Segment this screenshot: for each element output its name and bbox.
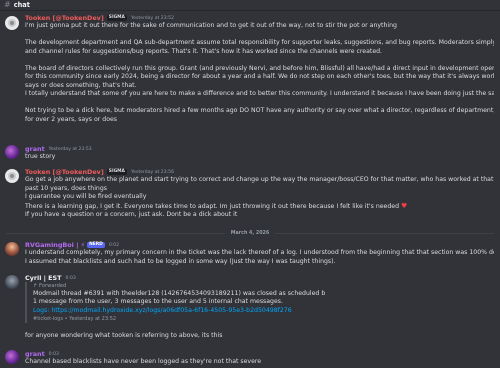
message-body: Cyril | EST 0:03 <box>25 274 494 282</box>
forwarded-text: Modmail thread #6391 with theelder128 (1… <box>33 290 325 297</box>
timestamp[interactable]: 0:02 <box>109 243 119 248</box>
message-text: and channel rules for suggestions/bug re… <box>25 47 383 55</box>
message-text: The development department and QA sub-de… <box>25 38 494 46</box>
forwarded-message[interactable]: ↱ Forwarded Modmail thread #6391 with th… <box>25 282 325 324</box>
forwarded-text: 1 message from the user, 3 messages to t… <box>33 298 283 306</box>
message-text: I totally understand that some of you ar… <box>25 90 494 98</box>
forward-source[interactable]: #ticket-logs • Yesterday at 23:52 <box>33 315 325 323</box>
date-divider: March 4, 2026 <box>6 229 494 237</box>
avatar[interactable] <box>5 169 19 183</box>
timestamp[interactable]: Yesterday at 23:52 <box>131 16 174 21</box>
username[interactable]: grant <box>25 145 45 153</box>
message-text: There is a learning gap, I get it. Every… <box>25 202 494 212</box>
message-list[interactable]: Tooken [@TookenDev] SIGMA Yesterday at 2… <box>0 12 500 368</box>
username[interactable]: grant <box>25 350 45 358</box>
message-text: I understand completely, my primary conc… <box>25 249 494 256</box>
message-text: for this community since early 2024, bei… <box>25 73 494 81</box>
username[interactable]: Cyril | EST <box>25 274 62 282</box>
avatar[interactable] <box>5 242 19 256</box>
username[interactable]: RVGamingBoi | ⚡ <box>25 241 85 249</box>
message-text: If you have a question or a concern, jus… <box>25 211 238 219</box>
username[interactable]: Tooken [@TookenDev] <box>25 14 104 22</box>
message-body: for anyone wondering what tooken is refe… <box>25 332 494 341</box>
message-body: grant 0:03 Channel based blacklists have… <box>25 350 494 367</box>
message-body: grant Yesterday at 23:53 true story <box>25 145 494 162</box>
timestamp[interactable]: Yesterday at 23:56 <box>131 170 174 175</box>
message-text: true story <box>25 153 56 160</box>
message-body: RVGamingBoi | ⚡ NERD 0:02 I understand c… <box>25 241 494 266</box>
message-text: The board of directors collectively run … <box>25 64 494 72</box>
timestamp[interactable]: 0:03 <box>66 276 76 281</box>
message-text: I assumed that blacklists and such had t… <box>25 257 336 265</box>
role-badge: NERD <box>87 242 105 248</box>
message-text: I'm just gonna put it out there for the … <box>25 22 397 29</box>
heart-emoji-icon: ♥ <box>400 201 408 210</box>
message-text: Channel based blacklists have never been… <box>25 358 262 365</box>
message-text-fragment: There is a learning gap, I get it. Every… <box>25 202 400 210</box>
message-text: Go get a job anywhere on the planet and … <box>25 176 494 183</box>
channel-title: chat <box>13 1 30 9</box>
role-badge: SIGMA <box>106 15 127 21</box>
message-text: I guarantee you will be fired eventually <box>25 193 147 201</box>
hashtag-icon: # <box>4 0 11 9</box>
message-text: for over 2 years, says or does <box>25 115 118 123</box>
message-text: Not trying to be a dick here, but modera… <box>25 107 494 115</box>
message-text: says or does something, that's that. <box>25 81 137 89</box>
message-body: Tooken [@TookenDev] SIGMA Yesterday at 2… <box>25 168 494 220</box>
avatar[interactable] <box>5 275 19 289</box>
channel-header: # chat <box>0 0 500 11</box>
date-divider-label: March 4, 2026 <box>230 230 270 236</box>
forwarded-label: Forwarded <box>39 283 67 289</box>
message-text: past 10 years, does things <box>25 184 107 192</box>
timestamp[interactable]: 0:03 <box>49 352 59 357</box>
username[interactable]: Tooken [@TookenDev] <box>25 168 104 176</box>
role-badge: SIGMA <box>106 169 127 175</box>
log-link[interactable]: Logs: https://modmail.hydroxide.xyz/logs… <box>33 307 325 315</box>
avatar[interactable] <box>5 350 19 364</box>
avatar[interactable] <box>5 16 19 30</box>
message-text: for anyone wondering what tooken is refe… <box>25 332 223 339</box>
message-body: Tooken [@TookenDev] SIGMA Yesterday at 2… <box>25 14 494 125</box>
timestamp[interactable]: Yesterday at 23:53 <box>49 147 92 152</box>
avatar[interactable] <box>5 145 19 159</box>
